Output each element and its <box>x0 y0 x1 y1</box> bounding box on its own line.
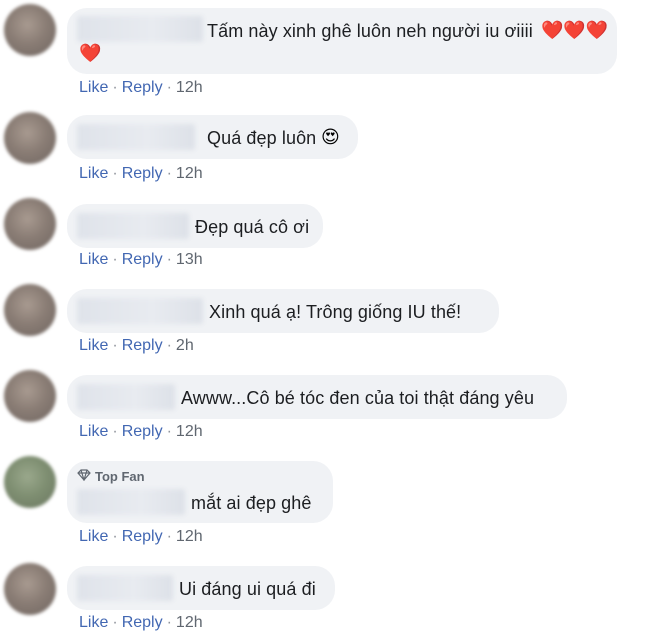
timestamp[interactable]: 12h <box>176 423 203 440</box>
comment-bubble: Top Fan mắt ai đẹp ghê <box>67 461 333 523</box>
author-name-blurred[interactable] <box>77 575 173 601</box>
top-fan-badge: Top Fan <box>77 469 145 484</box>
comment-actions: Like · Reply · 12h <box>79 528 203 545</box>
comment-text: mắt ai đẹp ghê <box>191 493 312 513</box>
comment-actions: Like · Reply · 12h <box>79 165 203 182</box>
like-link[interactable]: Like <box>79 528 108 545</box>
author-name-blurred[interactable] <box>77 384 175 410</box>
reply-link[interactable]: Reply <box>122 614 163 631</box>
comment-bubble: Tấm này xinh ghê luôn neh người iu ơiiii… <box>67 8 617 74</box>
reply-link[interactable]: Reply <box>122 251 163 268</box>
comment-actions: Like · Reply · 12h <box>79 79 203 96</box>
reply-link[interactable]: Reply <box>122 79 163 96</box>
avatar[interactable] <box>4 563 56 615</box>
reply-link[interactable]: Reply <box>122 423 163 440</box>
avatar[interactable] <box>4 4 56 56</box>
like-link[interactable]: Like <box>79 337 108 354</box>
comment-text: Đẹp quá cô ơi <box>195 217 310 237</box>
comment-actions: Like · Reply · 2h <box>79 337 194 354</box>
heart-eyes-emoji: 😍 <box>321 127 340 147</box>
reply-link[interactable]: Reply <box>122 165 163 182</box>
heart-icon: ❤️❤️❤️ <box>541 20 609 40</box>
author-name-blurred[interactable] <box>77 124 195 150</box>
avatar[interactable] <box>4 284 56 336</box>
author-name-blurred[interactable] <box>77 298 203 324</box>
comment-bubble: Đẹp quá cô ơi <box>67 204 323 248</box>
comment-bubble: Awww...Cô bé tóc đen của toi thật đáng y… <box>67 375 567 419</box>
like-link[interactable]: Like <box>79 423 108 440</box>
comment-actions: Like · Reply · 13h <box>79 251 203 268</box>
timestamp[interactable]: 2h <box>176 337 194 354</box>
author-name-blurred[interactable] <box>77 213 189 239</box>
comment-text: Xinh quá ạ! Trông giống IU thế! <box>209 302 462 322</box>
timestamp[interactable]: 12h <box>176 165 203 182</box>
author-name-blurred[interactable] <box>77 489 185 515</box>
timestamp[interactable]: 12h <box>176 79 203 96</box>
like-link[interactable]: Like <box>79 79 108 96</box>
like-link[interactable]: Like <box>79 165 108 182</box>
comment-text: Tấm này xinh ghê luôn neh người iu ơiiii <box>207 21 533 41</box>
avatar[interactable] <box>4 456 56 508</box>
author-name-blurred[interactable] <box>77 16 203 42</box>
comment-bubble: Quá đẹp luôn 😍 <box>67 115 358 159</box>
timestamp[interactable]: 12h <box>176 614 203 631</box>
diamond-icon <box>77 469 91 484</box>
avatar[interactable] <box>4 112 56 164</box>
timestamp[interactable]: 12h <box>176 528 203 545</box>
reply-link[interactable]: Reply <box>122 528 163 545</box>
avatar[interactable] <box>4 198 56 250</box>
comment-actions: Like · Reply · 12h <box>79 423 203 440</box>
comment-text: Awww...Cô bé tóc đen của toi thật đáng y… <box>181 388 535 408</box>
heart-icon: ❤️ <box>79 43 102 63</box>
comment-bubble: Ui đáng ui quá đi <box>67 566 335 610</box>
badge-label: Top Fan <box>95 469 145 484</box>
like-link[interactable]: Like <box>79 251 108 268</box>
avatar[interactable] <box>4 370 56 422</box>
comment-bubble: Xinh quá ạ! Trông giống IU thế! <box>67 289 499 333</box>
like-link[interactable]: Like <box>79 614 108 631</box>
comment-text: Quá đẹp luôn <box>207 128 317 148</box>
timestamp[interactable]: 13h <box>176 251 203 268</box>
comment-actions: Like · Reply · 12h <box>79 614 203 631</box>
reply-link[interactable]: Reply <box>122 337 163 354</box>
comment-text: Ui đáng ui quá đi <box>179 579 316 599</box>
